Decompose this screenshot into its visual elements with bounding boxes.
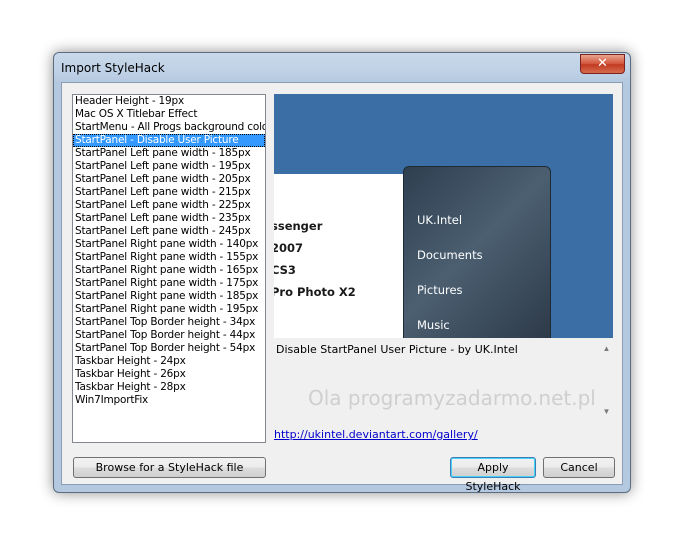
- watermark: Ola programyzadarmo.net.pl: [308, 386, 596, 410]
- list-item[interactable]: Taskbar Height - 28px: [73, 381, 265, 394]
- list-item[interactable]: StartPanel Left pane width - 245px: [73, 225, 265, 238]
- close-icon: ✕: [597, 56, 608, 71]
- close-button[interactable]: ✕: [580, 54, 625, 74]
- preview-right-item: Documents: [417, 248, 483, 262]
- list-item[interactable]: Taskbar Height - 26px: [73, 368, 265, 381]
- title-bar[interactable]: Import StyleHack ✕: [54, 53, 630, 81]
- preview-right-item: UK.Intel: [417, 213, 463, 227]
- list-item[interactable]: StartPanel Left pane width - 195px: [73, 160, 265, 173]
- preview-left-item: ssenger: [274, 219, 323, 233]
- apply-stylehack-button[interactable]: Apply StyleHack: [450, 457, 536, 493]
- list-item[interactable]: StartPanel Left pane width - 185px: [73, 147, 265, 160]
- dialog-client-area: Header Height - 19px Mac OS X Titlebar Ef…: [61, 82, 623, 493]
- list-item[interactable]: StartPanel Right pane width - 155px: [73, 251, 265, 264]
- list-item[interactable]: StartPanel Right pane width - 140px: [73, 238, 265, 251]
- preview-left-item: Pro Photo X2: [274, 285, 356, 299]
- list-item[interactable]: StartPanel - Disable User Picture: [73, 134, 265, 147]
- window-title: Import StyleHack: [61, 61, 165, 75]
- list-item[interactable]: StartPanel Right pane width - 195px: [73, 303, 265, 316]
- list-item[interactable]: Taskbar Height - 24px: [73, 355, 265, 368]
- preview-right-item: Music: [417, 318, 450, 332]
- preview-startmenu-left-pane: ssenger 2007 CS3 Pro Photo X2: [274, 174, 404, 338]
- preview-image: ssenger 2007 CS3 Pro Photo X2 UK.Intel D…: [274, 94, 613, 338]
- scroll-up-icon[interactable]: ▲: [600, 343, 613, 355]
- import-stylehack-dialog: Import StyleHack ✕ Header Height - 19px M…: [53, 52, 631, 493]
- stylehack-list[interactable]: Header Height - 19px Mac OS X Titlebar Ef…: [72, 94, 266, 443]
- description-text: Disable StartPanel User Picture - by UK.…: [276, 343, 518, 356]
- list-item[interactable]: StartPanel Left pane width - 225px: [73, 199, 265, 212]
- scroll-down-icon[interactable]: ▼: [600, 406, 613, 418]
- list-item[interactable]: StartPanel Left pane width - 205px: [73, 173, 265, 186]
- author-gallery-link[interactable]: http://ukintel.deviantart.com/gallery/: [274, 428, 478, 441]
- list-item[interactable]: Mac OS X Titlebar Effect: [73, 108, 265, 121]
- preview-left-item: 2007: [274, 241, 304, 255]
- list-item[interactable]: StartPanel Top Border height - 54px: [73, 342, 265, 355]
- preview-startmenu-right-pane: UK.Intel Documents Pictures Music: [403, 166, 551, 338]
- list-item[interactable]: Win7ImportFix: [73, 394, 265, 407]
- list-item[interactable]: StartPanel Right pane width - 185px: [73, 290, 265, 303]
- cancel-button[interactable]: Cancel: [543, 457, 615, 478]
- list-item[interactable]: StartPanel Top Border height - 44px: [73, 329, 265, 342]
- list-item[interactable]: StartPanel Right pane width - 175px: [73, 277, 265, 290]
- preview-left-item: CS3: [274, 263, 296, 277]
- list-item[interactable]: StartPanel Left pane width - 235px: [73, 212, 265, 225]
- preview-right-item: Pictures: [417, 283, 463, 297]
- list-item[interactable]: StartMenu - All Progs background color: [73, 121, 265, 134]
- browse-button[interactable]: Browse for a StyleHack file: [73, 457, 266, 478]
- description-scrollbar[interactable]: ▲ ▼: [600, 343, 613, 418]
- list-item[interactable]: StartPanel Right pane width - 165px: [73, 264, 265, 277]
- list-item[interactable]: StartPanel Left pane width - 215px: [73, 186, 265, 199]
- list-item[interactable]: StartPanel Top Border height - 34px: [73, 316, 265, 329]
- list-item[interactable]: Header Height - 19px: [73, 95, 265, 108]
